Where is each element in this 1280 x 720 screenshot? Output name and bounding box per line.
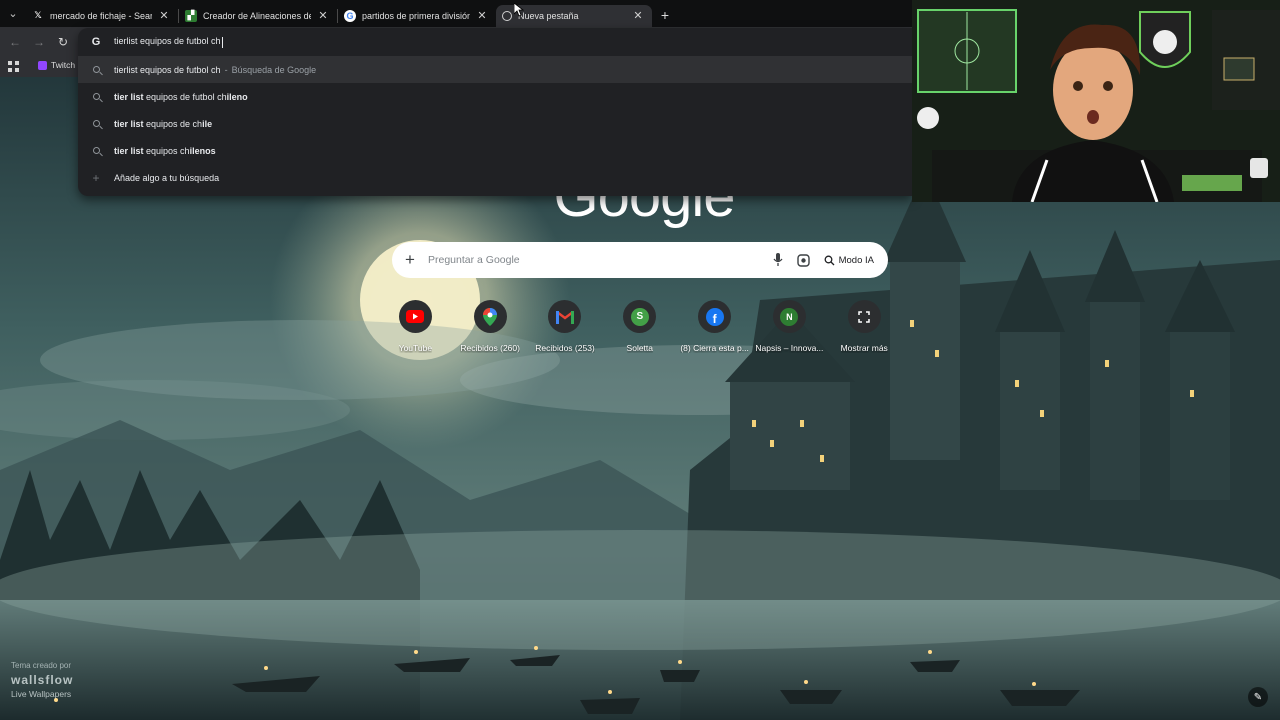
shortcut-label: Napsis – Innova... xyxy=(755,343,824,353)
ai-search-icon xyxy=(824,255,835,265)
shortcut-label: Soletta xyxy=(626,343,654,353)
suggestion-text: tierlist equipos de futbol ch - Búsqueda d… xyxy=(114,64,317,75)
shortcuts-row: YouTube Recibidos (260) Recibidos (253) … xyxy=(378,300,902,362)
shortcut-label: Recibidos (253) xyxy=(535,343,595,353)
shortcut-gmail[interactable]: Recibidos (253) xyxy=(528,300,603,362)
apps-grid-icon[interactable] xyxy=(8,61,19,72)
google-lens-icon[interactable] xyxy=(790,253,818,267)
lineup-icon: ▞ xyxy=(185,9,197,22)
theme-credit-line: Tema creado por xyxy=(11,661,72,670)
search-icon xyxy=(92,120,100,127)
x-icon: 𝕏 xyxy=(34,10,42,20)
forward-arrow-icon[interactable]: → xyxy=(31,34,47,50)
address-bar-text[interactable]: tierlist equipos de futbol ch xyxy=(114,36,223,48)
shortcut-maps[interactable]: Recibidos (260) xyxy=(453,300,528,362)
tab-title: Creador de Alineaciones de Fútbol xyxy=(203,10,311,21)
add-icon[interactable]: + xyxy=(392,250,428,270)
close-tab-icon[interactable]: ✕ xyxy=(476,9,488,22)
chrome-icon xyxy=(502,10,512,21)
microphone-icon[interactable] xyxy=(766,253,790,267)
youtube-icon xyxy=(398,300,432,333)
shortcut-youtube[interactable]: YouTube xyxy=(378,300,453,362)
search-icon xyxy=(92,147,100,154)
theme-brand: wallsflow xyxy=(11,673,74,687)
address-bar-input[interactable]: G tierlist equipos de futbol ch xyxy=(78,28,912,56)
shortcut-label: YouTube xyxy=(398,343,433,353)
ntp-search-box[interactable]: + Preguntar a Google Modo IA xyxy=(392,242,888,278)
plus-icon: + xyxy=(92,170,100,185)
tab-title: partidos de primera división de xyxy=(362,10,470,21)
suggestion-text: tier list equipos de chile xyxy=(114,118,213,129)
mouse-cursor-icon xyxy=(514,3,524,17)
tab-title: Nueva pestaña xyxy=(518,10,579,21)
suggestion-item[interactable]: tier list equipos de futbol chileno xyxy=(78,83,912,110)
maps-icon xyxy=(473,300,507,333)
bookmark-twitch[interactable]: Twitch xyxy=(38,60,75,70)
shortcut-label: Mostrar más xyxy=(840,343,888,353)
search-icon xyxy=(92,93,100,100)
napsis-icon: N xyxy=(772,300,806,333)
search-icon xyxy=(92,66,100,73)
google-g-icon: G xyxy=(91,36,101,48)
shortcut-facebook[interactable]: f (8) Cierra esta p... xyxy=(677,300,752,362)
tab-title: mercado de fichaje - Search / X xyxy=(50,10,152,21)
streamer-webcam-overlay xyxy=(912,0,1280,202)
gmail-icon xyxy=(548,300,582,333)
shortcut-label: Recibidos (260) xyxy=(460,343,520,353)
tab-strip: ⌄ 𝕏 mercado de fichaje - Search / X ✕ ▞ … xyxy=(0,0,912,27)
bookmark-label: Twitch xyxy=(51,60,76,70)
shortcut-soletta[interactable]: S Soletta xyxy=(602,300,677,362)
close-tab-icon[interactable]: ✕ xyxy=(158,9,170,22)
suggestion-text: tier list equipos de futbol chileno xyxy=(114,91,248,102)
omnibox-dropdown: G tierlist equipos de futbol ch tierlist… xyxy=(78,28,912,196)
back-arrow-icon[interactable]: ← xyxy=(7,34,23,50)
close-tab-icon[interactable]: ✕ xyxy=(317,9,329,22)
expand-icon xyxy=(847,300,881,333)
theme-credit[interactable]: Tema creado por wallsflow Live Wallpaper… xyxy=(11,661,73,699)
ntp-search-input[interactable]: Preguntar a Google xyxy=(428,254,766,266)
shortcut-napsis[interactable]: N Napsis – Innova... xyxy=(752,300,827,362)
shortcut-label: (8) Cierra esta p... xyxy=(680,343,749,353)
google-icon: G xyxy=(344,9,356,22)
text-caret xyxy=(221,36,223,48)
suggestion-item-add[interactable]: + Añade algo a tu búsqueda xyxy=(78,164,912,191)
shortcut-show-more[interactable]: Mostrar más xyxy=(827,300,902,362)
theme-credit-subline: Live Wallpapers xyxy=(11,689,72,699)
twitch-icon xyxy=(38,60,47,70)
new-tab-button[interactable]: + xyxy=(652,4,678,26)
tab-search-button[interactable]: ⌄ xyxy=(0,0,26,27)
tab-lineup-creator[interactable]: ▞ Creador de Alineaciones de Fútbol ✕ xyxy=(179,5,337,27)
ai-mode-button[interactable]: Modo IA xyxy=(818,255,888,266)
reload-icon[interactable]: ↻ xyxy=(55,34,71,50)
close-tab-icon[interactable]: ✕ xyxy=(632,9,644,22)
tab-x-search[interactable]: 𝕏 mercado de fichaje - Search / X ✕ xyxy=(26,5,178,27)
suggestion-item[interactable]: tier list equipos chilenos xyxy=(78,137,912,164)
suggestion-item[interactable]: tier list equipos de chile xyxy=(78,110,912,137)
tab-google-search[interactable]: G partidos de primera división de ✕ xyxy=(338,5,496,27)
soletta-icon: S xyxy=(623,300,657,333)
suggestion-text: Añade algo a tu búsqueda xyxy=(114,172,220,183)
suggestion-item[interactable]: tierlist equipos de futbol ch - Búsqueda d… xyxy=(78,56,912,83)
facebook-icon: f xyxy=(698,300,732,333)
customize-pencil-icon[interactable]: ✎ xyxy=(1248,687,1268,707)
suggestion-text: tier list equipos chilenos xyxy=(114,145,216,156)
